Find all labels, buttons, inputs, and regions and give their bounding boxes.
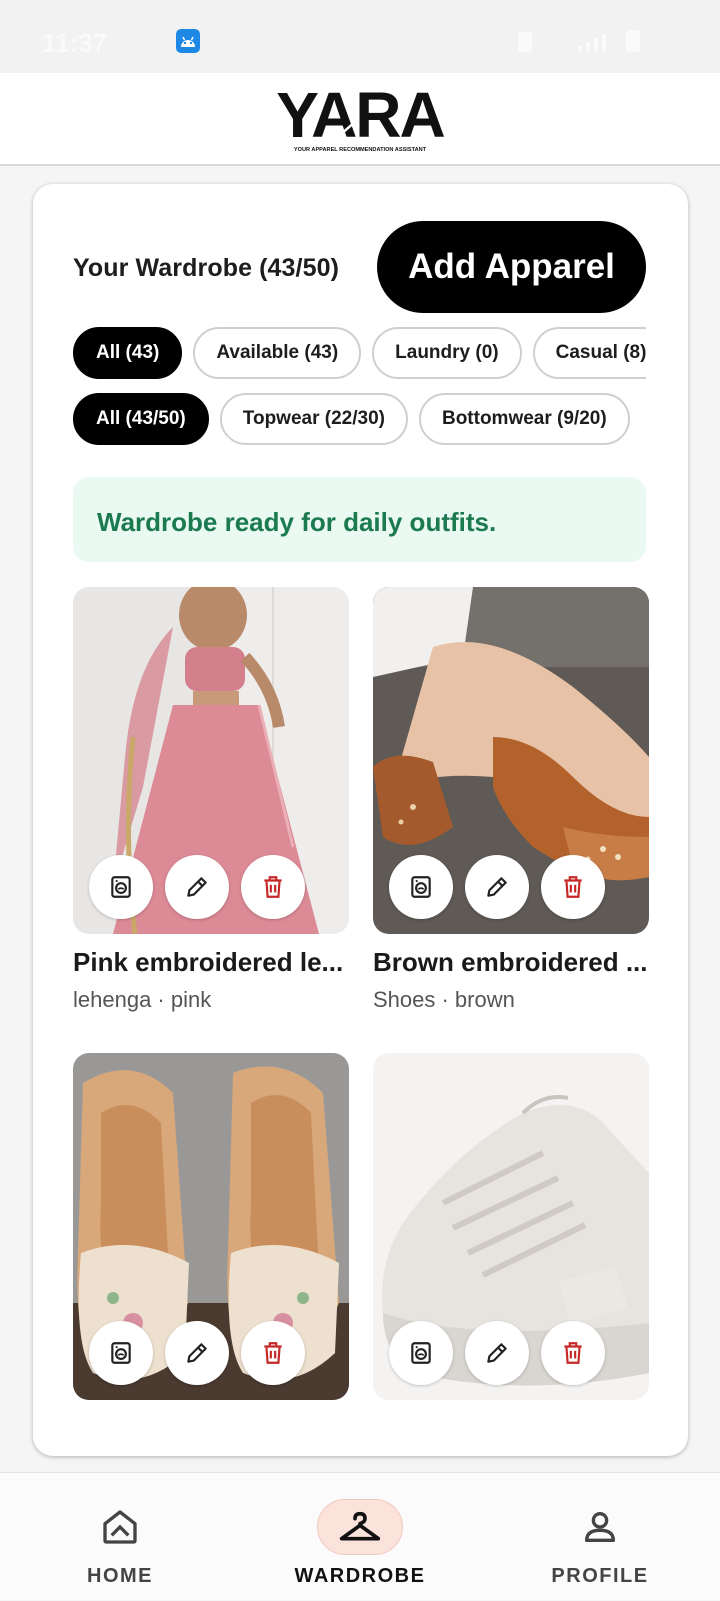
laundry-button[interactable] (89, 855, 153, 919)
delete-button[interactable] (241, 855, 305, 919)
wardrobe-title: Your Wardrobe (43/50) (73, 254, 340, 282)
nav-home-label: HOME (87, 1565, 153, 1587)
wardrobe-card: Your Wardrobe (43/50) Add Apparel All (4… (33, 184, 688, 1456)
nav-home[interactable]: HOME (30, 1473, 210, 1601)
laundry-icon (111, 1342, 131, 1364)
apparel-card[interactable] (373, 1053, 649, 1400)
edit-button[interactable] (165, 855, 229, 919)
nav-wardrobe-label: WARDROBE (294, 1565, 426, 1587)
laundry-icon (411, 1342, 431, 1364)
status-filter-chips: All (43) Available (43) Laundry (0) Casual … (73, 327, 646, 379)
item-name: Pink embroidered le... (73, 947, 344, 977)
add-apparel-button[interactable]: Add Apparel (377, 221, 646, 313)
chip-available[interactable]: Available (43) (193, 327, 362, 379)
delete-button[interactable] (541, 855, 605, 919)
chip-bottomwear[interactable]: Bottomwear (9/20) (418, 393, 630, 445)
chip-laundry[interactable]: Laundry (0) (372, 327, 522, 379)
home-icon (77, 1499, 163, 1555)
apparel-card[interactable]: Pink embroidered le... lehenga · pink (73, 587, 349, 1017)
delete-icon (264, 876, 282, 898)
chip-all[interactable]: All (43) (73, 327, 183, 379)
delete-icon (564, 1342, 582, 1364)
chip-casual[interactable]: Casual (8) (532, 327, 646, 379)
bottom-navigation: HOME WARDROBE PROFILE (0, 1472, 720, 1600)
chip-category-all[interactable]: All (43/50) (73, 393, 209, 445)
edit-button[interactable] (465, 855, 529, 919)
delete-icon (264, 1342, 282, 1364)
banner-text: Wardrobe ready for daily outfits. (97, 507, 497, 537)
status-time: 11:37 (42, 28, 108, 58)
laundry-button[interactable] (389, 1321, 453, 1385)
edit-icon (487, 877, 507, 897)
edit-button[interactable] (465, 1321, 529, 1385)
edit-icon (187, 1343, 207, 1363)
nav-profile[interactable]: PROFILE (510, 1473, 690, 1601)
logo-text: YARA (276, 85, 444, 151)
status-banner: Wardrobe ready for daily outfits. (73, 477, 646, 562)
apparel-card[interactable]: Brown embroidered ... Shoes · brown (373, 587, 649, 1017)
laundry-button[interactable] (389, 855, 453, 919)
laundry-icon (411, 876, 431, 898)
edit-icon (487, 1343, 507, 1363)
delete-button[interactable] (541, 1321, 605, 1385)
edit-button[interactable] (165, 1321, 229, 1385)
item-meta: Shoes · brown (373, 987, 515, 1012)
delete-icon (564, 876, 582, 898)
edit-icon (187, 877, 207, 897)
android-icon (176, 29, 200, 53)
status-icons (518, 30, 668, 52)
hanger-icon (317, 1499, 403, 1555)
status-bar: 11:37 (0, 0, 720, 73)
delete-button[interactable] (241, 1321, 305, 1385)
chip-topwear[interactable]: Topwear (22/30) (219, 393, 408, 445)
category-filter-chips: All (43/50) Topwear (22/30) Bottomwear (9/… (73, 393, 646, 445)
nav-wardrobe[interactable]: WARDROBE (270, 1473, 450, 1601)
person-icon (557, 1499, 643, 1555)
yara-logo: YARA YOUR APPAREL RECOMMENDATION ASSISTA… (268, 79, 452, 155)
apparel-card[interactable] (73, 1053, 349, 1400)
nav-profile-label: PROFILE (551, 1565, 649, 1587)
logo-tagline: YOUR APPAREL RECOMMENDATION ASSISTANT (294, 147, 427, 153)
laundry-icon (111, 876, 131, 898)
app-header: YARA YOUR APPAREL RECOMMENDATION ASSISTA… (0, 73, 720, 166)
item-name: Brown embroidered ... (373, 947, 648, 977)
item-meta: lehenga · pink (73, 987, 212, 1012)
laundry-button[interactable] (89, 1321, 153, 1385)
